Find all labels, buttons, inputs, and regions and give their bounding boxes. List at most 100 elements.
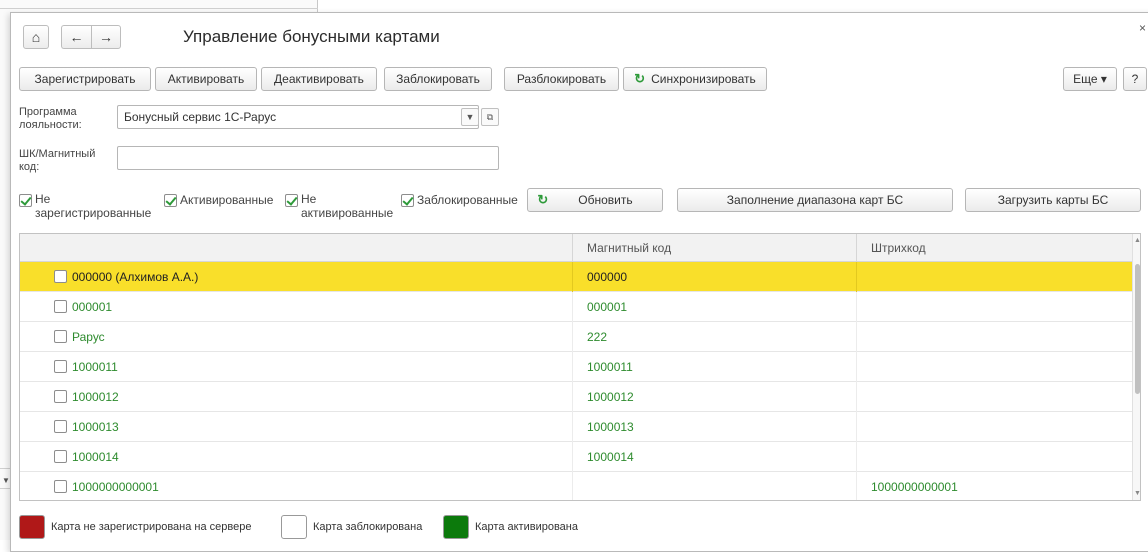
background-window-field [0,488,10,489]
barcode [856,382,1132,412]
card-name: 000001 [72,300,113,314]
help-button[interactable]: ? [1123,67,1147,91]
row-checkbox[interactable] [54,330,67,343]
background-window-field [0,468,10,469]
refresh-button-label: Обновить [578,193,633,207]
row-checkbox[interactable] [54,300,67,313]
chevron-down-icon[interactable]: ▼ [1134,490,1140,497]
barcode [856,412,1132,442]
home-button[interactable]: ⌂ [23,25,49,49]
home-icon: ⌂ [31,29,41,45]
table-row[interactable]: 1000014 1000014 [20,442,1132,472]
bonus-cards-form: ⌂ ← → Управление бонусными картами × Зар… [10,12,1148,552]
deactivate-button[interactable]: Деактивировать [261,67,377,91]
row-checkbox[interactable] [54,420,67,433]
not-activated-label-line2: активированные [301,206,394,220]
row-checkbox[interactable] [54,480,67,493]
card-name: 1000013 [72,420,119,434]
row-checkbox[interactable] [54,270,67,283]
card-name: 1000000000001 [72,480,159,494]
background-window-edge [0,8,318,9]
magnetic-code: 000001 [572,292,856,322]
table-row[interactable]: 000001 000001 [20,292,1132,322]
chevron-down-icon[interactable]: ▼ [461,108,479,126]
refresh-icon: ↻ [537,192,549,207]
program-label-line1: Программа [19,106,77,118]
block-button[interactable]: Заблокировать [384,67,492,91]
not-activated-checkbox[interactable] [285,194,298,207]
activated-checkbox[interactable] [164,194,177,207]
register-button[interactable]: Зарегистрировать [19,67,151,91]
table-row[interactable]: Рарус 222 [20,322,1132,352]
barcode [856,292,1132,322]
fill-card-range-button[interactable]: Заполнение диапазона карт БС [677,188,953,212]
legend-swatch-not-registered [19,515,45,539]
legend-swatch-activated [443,515,469,539]
not-registered-label-line1: Не [35,192,51,206]
sync-button[interactable]: ↻ Синхронизировать [623,67,767,91]
row-checkbox[interactable] [54,390,67,403]
barcode [856,322,1132,352]
magnetic-code: 1000012 [572,382,856,412]
cards-table: Магнитный код Штрихкод 000000 (Алхимов А… [19,233,1141,501]
magnetic-code [572,472,856,500]
refresh-button[interactable]: ↻ Обновить [527,188,663,212]
code-label-line2: код: [19,161,40,173]
blocked-checkbox[interactable] [401,194,414,207]
card-name: Рарус [72,330,105,344]
column-header-barcode[interactable]: Штрихкод [856,234,1132,262]
forward-button[interactable]: → [91,25,121,49]
not-activated-label-line1: Не [301,192,317,206]
table-scrollbar[interactable]: ▲ ▼ [1132,234,1140,500]
magnetic-code: 1000014 [572,442,856,472]
close-icon[interactable]: × [1139,21,1146,35]
barcode-magnetic-code-input[interactable] [117,146,499,170]
magnetic-code: 1000011 [572,352,856,382]
barcode [856,352,1132,382]
sync-button-label: Синхронизировать [651,72,756,86]
code-label-line1: ШК/Магнитный [19,148,96,160]
legend-swatch-blocked [281,515,307,539]
table-row[interactable]: 1000000000001 1000000000001 [20,472,1132,500]
chevron-down-icon[interactable]: ▼ [2,476,10,485]
column-header-name[interactable] [20,234,572,262]
barcode [856,262,1132,292]
open-icon[interactable]: ⧉ [481,108,499,126]
table-row[interactable]: 1000013 1000013 [20,412,1132,442]
page-title: Управление бонусными картами [183,27,440,46]
activated-label: Активированные [180,193,274,207]
table-row[interactable]: 1000012 1000012 [20,382,1132,412]
row-checkbox[interactable] [54,360,67,373]
card-name: 000000 (Алхимов А.А.) [72,270,199,284]
load-cards-button[interactable]: Загрузить карты БС [965,188,1141,212]
barcode: 1000000000001 [856,472,1132,500]
table-header: Магнитный код Штрихкод [20,234,1132,262]
more-button[interactable]: Еще ▾ [1063,67,1117,91]
unblock-button[interactable]: Разблокировать [504,67,619,91]
loyalty-program-select[interactable]: Бонусный сервис 1С-Рарус [117,105,479,129]
barcode [856,442,1132,472]
column-header-magnetic-code[interactable]: Магнитный код [572,234,856,262]
legend-blocked: Карта заблокирована [313,521,423,533]
table-row[interactable]: 1000011 1000011 [20,352,1132,382]
card-name: 1000012 [72,390,119,404]
arrow-right-icon: → [99,29,113,45]
arrow-left-icon: ← [69,29,84,45]
activate-button[interactable]: Активировать [155,67,257,91]
magnetic-code: 222 [572,322,856,352]
not-registered-label-line2: зарегистрированные [35,206,152,220]
sync-icon: ↻ [634,71,646,86]
scrollbar-thumb[interactable] [1135,264,1140,394]
magnetic-code: 000000 [572,262,856,292]
legend-activated: Карта активирована [475,521,578,533]
blocked-label: Заблокированные [417,193,518,207]
table-row[interactable]: 000000 (Алхимов А.А.) 000000 [20,262,1132,292]
card-name: 1000011 [72,360,118,374]
program-label-line2: лояльности: [19,119,82,131]
not-registered-checkbox[interactable] [19,194,32,207]
chevron-up-icon[interactable]: ▲ [1134,237,1140,244]
legend-not-registered: Карта не зарегистрирована на сервере [51,521,252,533]
back-button[interactable]: ← [61,25,91,49]
row-checkbox[interactable] [54,450,67,463]
card-name: 1000014 [72,450,119,464]
